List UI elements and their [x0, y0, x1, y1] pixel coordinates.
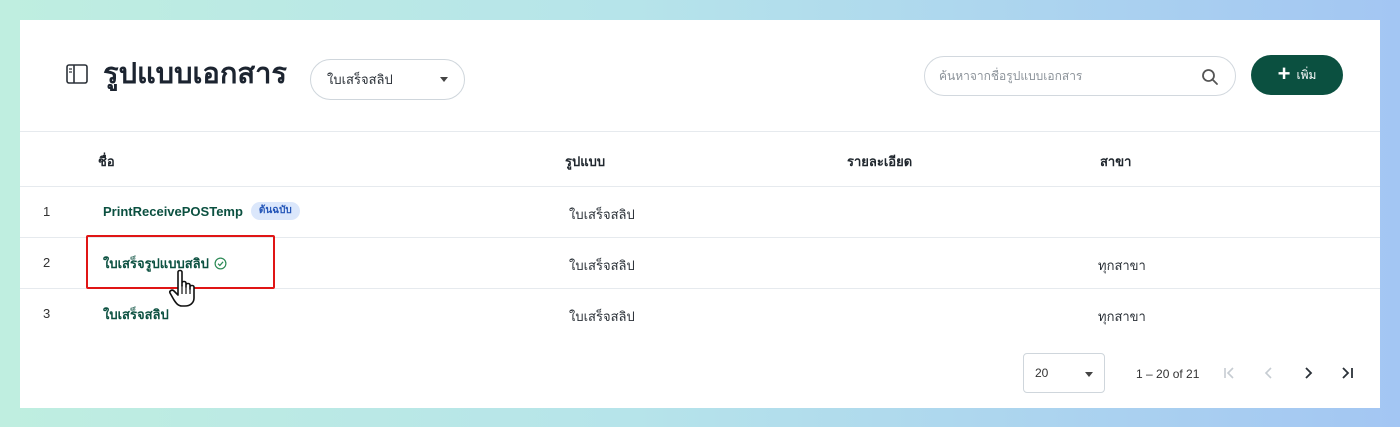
column-header-detail[interactable]: รายละเอียด: [847, 151, 912, 172]
pagination: 20 1 – 20 of 21: [20, 346, 1380, 393]
document-type-select[interactable]: ใบเสร็จสลิป: [310, 59, 465, 100]
chevron-down-icon: [440, 77, 448, 82]
table-row[interactable]: 3 ใบเสร็จสลิป ใบเสร็จสลิป ทุกสาขา: [20, 289, 1380, 340]
row-name-link[interactable]: ใบเสร็จสลิป: [103, 304, 169, 325]
table-row[interactable]: 1 PrintReceivePOSTemp ต้นฉบับ ใบเสร็จสลิ…: [20, 187, 1380, 238]
column-header-format[interactable]: รูปแบบ: [565, 151, 605, 172]
rows-per-page-select[interactable]: 20: [1023, 353, 1105, 393]
column-header-branch[interactable]: สาขา: [1100, 151, 1131, 172]
sidebar-panel-icon[interactable]: [66, 64, 88, 84]
page-range: 1 – 20 of 21: [1136, 367, 1200, 381]
row-number: 1: [43, 204, 51, 219]
row-branch: ทุกสาขา: [1098, 258, 1146, 273]
previous-page-icon[interactable]: [1260, 364, 1278, 382]
original-badge: ต้นฉบับ: [250, 202, 300, 220]
hand-pointer-icon: [169, 269, 195, 307]
row-name[interactable]: ใบเสร็จสลิป: [103, 304, 169, 325]
row-format: ใบเสร็จสลิป: [569, 309, 635, 324]
table-header: ชื่อ รูปแบบ รายละเอียด สาขา: [20, 131, 1380, 187]
row-number: 2: [43, 255, 51, 270]
add-button-label: เพิ่ม: [1296, 67, 1317, 82]
page-title: รูปแบบเอกสาร: [103, 58, 287, 90]
search-box[interactable]: [924, 56, 1236, 96]
row-format: ใบเสร็จสลิป: [569, 258, 635, 273]
search-icon[interactable]: [1201, 68, 1219, 86]
row-name-link[interactable]: PrintReceivePOSTemp ต้นฉบับ: [103, 202, 300, 220]
row-branch: ทุกสาขา: [1098, 309, 1146, 324]
plus-icon: +: [1277, 61, 1291, 86]
rows-per-page-value: 20: [1035, 366, 1049, 380]
row-name[interactable]: PrintReceivePOSTemp: [103, 204, 243, 219]
page-header: รูปแบบเอกสาร ใบเสร็จสลิป + เพิ่ม: [20, 20, 1380, 131]
document-format-card: รูปแบบเอกสาร ใบเสร็จสลิป + เพิ่ม ชื่อ รู…: [20, 20, 1380, 408]
document-type-value: ใบเสร็จสลิป: [327, 72, 393, 87]
first-page-icon[interactable]: [1221, 364, 1239, 382]
column-header-name[interactable]: ชื่อ: [98, 151, 115, 172]
row-format: ใบเสร็จสลิป: [569, 207, 635, 222]
add-button[interactable]: + เพิ่ม: [1251, 55, 1343, 95]
search-input[interactable]: [939, 57, 1189, 95]
next-page-icon[interactable]: [1299, 364, 1317, 382]
last-page-icon[interactable]: [1338, 364, 1356, 382]
row-number: 3: [43, 306, 51, 321]
chevron-down-icon: [1085, 372, 1093, 377]
